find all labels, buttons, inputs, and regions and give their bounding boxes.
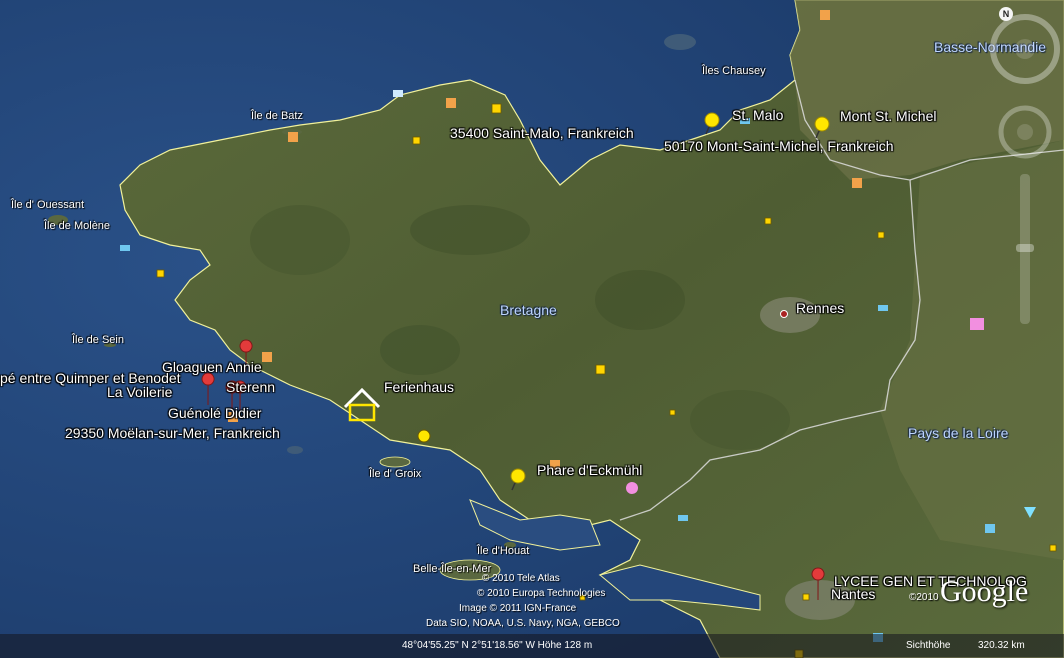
label-voilerie[interactable]: La Voilerie [107,384,172,400]
map-canvas[interactable] [0,0,1064,658]
label-st-malo[interactable]: St. Malo [732,107,783,123]
navigation-controls[interactable]: N [990,4,1060,334]
copyright-ign: Image © 2011 IGN-France [459,603,577,614]
iles-chausey [664,34,696,50]
label-ile-houat: Île d'Houat [477,545,530,557]
copyright-tele-atlas: © 2010 Tele Atlas [482,573,560,584]
zoom-slider-thumb[interactable] [1016,244,1034,252]
label-ouessant: Île d' Ouessant [11,199,85,211]
label-saint-malo-addr[interactable]: 35400 Saint-Malo, Frankreich [450,125,634,141]
google-logo: Google [940,575,1029,608]
copyright-europa: © 2010 Europa Technologies [477,588,606,599]
north-button[interactable]: N [999,7,1013,21]
label-ferienhaus[interactable]: Ferienhaus [384,379,454,395]
label-bretagne: Bretagne [500,302,557,318]
glenan [287,446,303,454]
eye-altitude-value: 320.32 km [978,640,1025,651]
label-molene: Île de Molène [44,220,111,232]
status-bar: 48°04'55.25" N 2°51'18.56" W Höhe 128 m … [0,634,1064,658]
misc-icon[interactable] [417,429,431,443]
label-mont-addr[interactable]: 50170 Mont-Saint-Michel, Frankreich [664,138,894,154]
label-ile-sein: Île de Sein [72,334,124,346]
label-iles-chausey: Îles Chausey [702,65,766,77]
copyright-data: Data SIO, NOAA, U.S. Navy, NGA, GEBCO [426,618,620,629]
label-rennes[interactable]: Rennes [796,300,844,316]
label-guenole[interactable]: Guénolé Didier [168,405,261,421]
label-phare[interactable]: Phare d'Eckmühl [537,462,642,478]
eye-altitude-label: Sichthöhe [906,640,951,651]
label-sterenn[interactable]: Sterenn [226,379,275,395]
label-belle-ile: Belle-Île-en-Mer [413,563,492,575]
label-moelan-addr[interactable]: 29350 Moëlan-sur-Mer, Frankreich [65,425,280,441]
label-ile-batz: Île de Batz [251,110,303,122]
copyright-year: ©2010 [909,592,939,603]
rennes-dot[interactable] [780,310,788,318]
label-pays-de-la-loire: Pays de la Loire [908,425,1009,441]
coordinates-readout: 48°04'55.25" N 2°51'18.56" W Höhe 128 m [402,640,593,651]
label-mont-st-michel[interactable]: Mont St. Michel [840,108,936,124]
misc-icon[interactable] [393,90,403,97]
label-ile-groix: Île d' Groix [369,468,422,480]
ile-groix [379,456,411,468]
